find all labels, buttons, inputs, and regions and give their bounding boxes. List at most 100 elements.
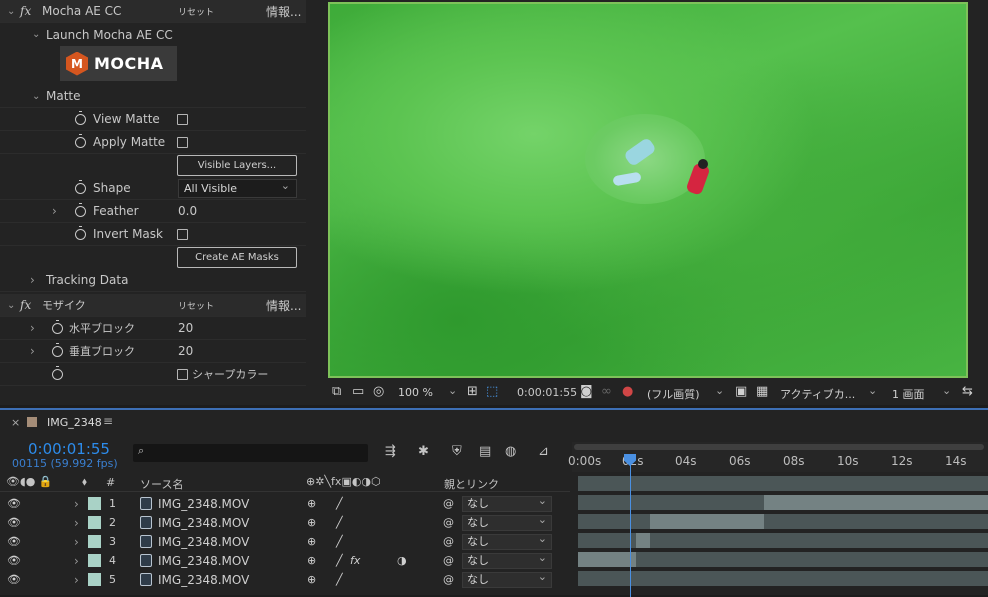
matte-group-row[interactable]: ⌄ Matte xyxy=(0,85,306,108)
timeline-timecode[interactable]: 0:00:01:55 xyxy=(28,440,110,458)
layer-track[interactable] xyxy=(578,552,988,567)
fx-icon[interactable]: fx xyxy=(20,298,31,312)
chevron-right-icon[interactable]: › xyxy=(30,344,35,358)
label-swatch[interactable] xyxy=(88,535,101,548)
layer-duration-bar[interactable] xyxy=(650,514,764,529)
shape-dropdown[interactable]: All Visible ⌄ xyxy=(178,179,297,198)
layer-name[interactable]: IMG_2348.MOV xyxy=(158,497,249,511)
av-features-icons[interactable]: 👁◖● 🔒 xyxy=(6,475,53,488)
layer-row[interactable]: 👁 › 5 IMG_2348.MOV ⊕ ╱ @ なし xyxy=(0,570,570,589)
menu-icon[interactable]: ≡ xyxy=(103,414,113,428)
info-link[interactable]: 情報... xyxy=(266,297,301,314)
fx-icon[interactable]: fx xyxy=(20,4,31,18)
channel-icon[interactable]: ● xyxy=(622,384,633,399)
eye-icon[interactable]: 👁 xyxy=(7,573,21,586)
chevron-right-icon[interactable]: › xyxy=(30,273,35,287)
layer-name[interactable]: IMG_2348.MOV xyxy=(158,573,249,587)
apply-matte-checkbox[interactable] xyxy=(177,137,188,148)
shy-switch-icon[interactable]: ⊕ xyxy=(307,554,316,567)
layer-duration-bar[interactable] xyxy=(636,533,650,548)
composition-frame[interactable] xyxy=(328,2,968,378)
mask-visibility-icon[interactable]: ◎ xyxy=(373,384,384,399)
layer-name[interactable]: IMG_2348.MOV xyxy=(158,554,249,568)
chevron-right-icon[interactable]: › xyxy=(74,554,79,568)
view-matte-checkbox[interactable] xyxy=(177,114,188,125)
chevron-right-icon[interactable]: › xyxy=(74,497,79,511)
layer-row[interactable]: 👁 › 3 IMG_2348.MOV ⊕ ╱ @ なし xyxy=(0,532,570,551)
chevron-right-icon[interactable]: › xyxy=(30,321,35,335)
feather-value[interactable]: 0.0 xyxy=(178,204,197,218)
show-snapshot-icon[interactable]: ∞ xyxy=(601,384,612,399)
parent-dropdown[interactable]: なし xyxy=(462,513,552,531)
shy-switch-icon[interactable]: ⊕ xyxy=(307,573,316,586)
stopwatch-icon[interactable] xyxy=(75,111,86,125)
stopwatch-icon[interactable] xyxy=(52,343,63,357)
layer-name[interactable]: IMG_2348.MOV xyxy=(158,516,249,530)
chevron-down-icon[interactable]: ⌄ xyxy=(7,300,15,311)
chevron-down-icon[interactable]: ⌄ xyxy=(7,6,15,17)
stopwatch-icon[interactable] xyxy=(52,366,63,380)
pickwhip-icon[interactable]: @ xyxy=(443,535,454,548)
eye-icon[interactable]: 👁 xyxy=(7,554,21,567)
create-ae-masks-button[interactable]: Create AE Masks xyxy=(177,247,297,268)
eye-icon[interactable]: 👁 xyxy=(7,535,21,548)
layer-track[interactable] xyxy=(578,514,988,529)
effect-header-mocha[interactable]: ⌄ fx Mocha AE CC リセット 情報... xyxy=(0,0,306,23)
column-number-header[interactable]: # xyxy=(106,476,115,489)
parent-dropdown[interactable]: なし xyxy=(462,570,552,588)
parent-dropdown[interactable]: なし xyxy=(462,551,552,569)
layer-track[interactable] xyxy=(578,495,988,510)
parent-dropdown[interactable]: なし xyxy=(462,532,552,550)
comp-tab[interactable]: IMG_2348 xyxy=(47,416,102,429)
quality-switch-icon[interactable]: ╱ xyxy=(336,554,343,567)
layer-row[interactable]: 👁 › 1 IMG_2348.MOV ⊕ ╱ @ なし xyxy=(0,494,570,513)
invert-mask-checkbox[interactable] xyxy=(177,229,188,240)
pickwhip-icon[interactable]: @ xyxy=(443,516,454,529)
adjustment-layer-icon[interactable]: ◑ xyxy=(397,554,407,567)
shy-switch-icon[interactable]: ⊕ xyxy=(307,497,316,510)
graph-editor-icon[interactable]: ⊿ xyxy=(538,444,549,459)
transparency-grid-icon[interactable]: ⬚ xyxy=(486,384,498,399)
reset-link[interactable]: リセット xyxy=(178,5,214,18)
quality-switch-icon[interactable]: ╱ xyxy=(336,535,343,548)
current-time[interactable]: 0:00:01:55 xyxy=(517,386,577,399)
comp-mini-flowchart-icon[interactable]: ⇶ xyxy=(385,444,396,459)
label-column-icon[interactable]: ⬧ xyxy=(82,475,87,489)
stopwatch-icon[interactable] xyxy=(75,226,86,240)
work-area-bar[interactable] xyxy=(574,444,984,450)
label-swatch[interactable] xyxy=(88,573,101,586)
label-swatch[interactable] xyxy=(88,516,101,529)
pickwhip-icon[interactable]: @ xyxy=(443,554,454,567)
eye-icon[interactable]: 👁 xyxy=(7,516,21,529)
camera-dropdown[interactable]: アクティブカ... xyxy=(780,386,855,402)
reset-link[interactable]: リセット xyxy=(178,299,214,312)
zoom-dropdown[interactable]: 100 % xyxy=(398,386,433,399)
stopwatch-icon[interactable] xyxy=(52,320,63,334)
layer-name[interactable]: IMG_2348.MOV xyxy=(158,535,249,549)
quality-switch-icon[interactable]: ╱ xyxy=(336,497,343,510)
always-preview-icon[interactable]: ⧉ xyxy=(332,384,341,399)
info-link[interactable]: 情報... xyxy=(266,3,301,20)
launch-mocha-row[interactable]: ⌄ Launch Mocha AE CC xyxy=(0,23,306,46)
motion-blur-icon[interactable]: ◍ xyxy=(505,444,516,459)
region-of-interest-icon[interactable]: ▣ xyxy=(735,384,747,399)
chevron-right-icon[interactable]: › xyxy=(74,535,79,549)
visible-layers-button[interactable]: Visible Layers... xyxy=(177,155,297,176)
chevron-down-icon[interactable]: ⌄ xyxy=(32,29,40,40)
chevron-down-icon[interactable]: ⌄ xyxy=(32,91,40,102)
layer-duration-bar[interactable] xyxy=(764,495,988,510)
column-source-name-header[interactable]: ソース名 xyxy=(140,476,183,492)
effect-header-mosaic[interactable]: ⌄ fx モザイク リセット 情報... xyxy=(0,294,306,317)
shy-switch-icon[interactable]: ⊕ xyxy=(307,535,316,548)
chevron-right-icon[interactable]: › xyxy=(74,516,79,530)
resolution-dropdown[interactable]: (フル画質) xyxy=(647,386,700,402)
layer-track[interactable] xyxy=(578,533,988,548)
switches-icons[interactable]: ⊕✲╲fx▣◐◑⬡ xyxy=(306,475,381,488)
chevron-right-icon[interactable]: › xyxy=(52,204,57,218)
shy-layers-icon[interactable]: ⛨ xyxy=(452,444,462,459)
mocha-logo-button[interactable]: M MOCHA xyxy=(60,46,177,81)
h-blocks-value[interactable]: 20 xyxy=(178,321,193,335)
monitor-icon[interactable]: ▭ xyxy=(352,384,364,399)
tracking-data-row[interactable]: › Tracking Data xyxy=(0,269,306,292)
frame-blending-icon[interactable]: ▤ xyxy=(479,444,491,459)
